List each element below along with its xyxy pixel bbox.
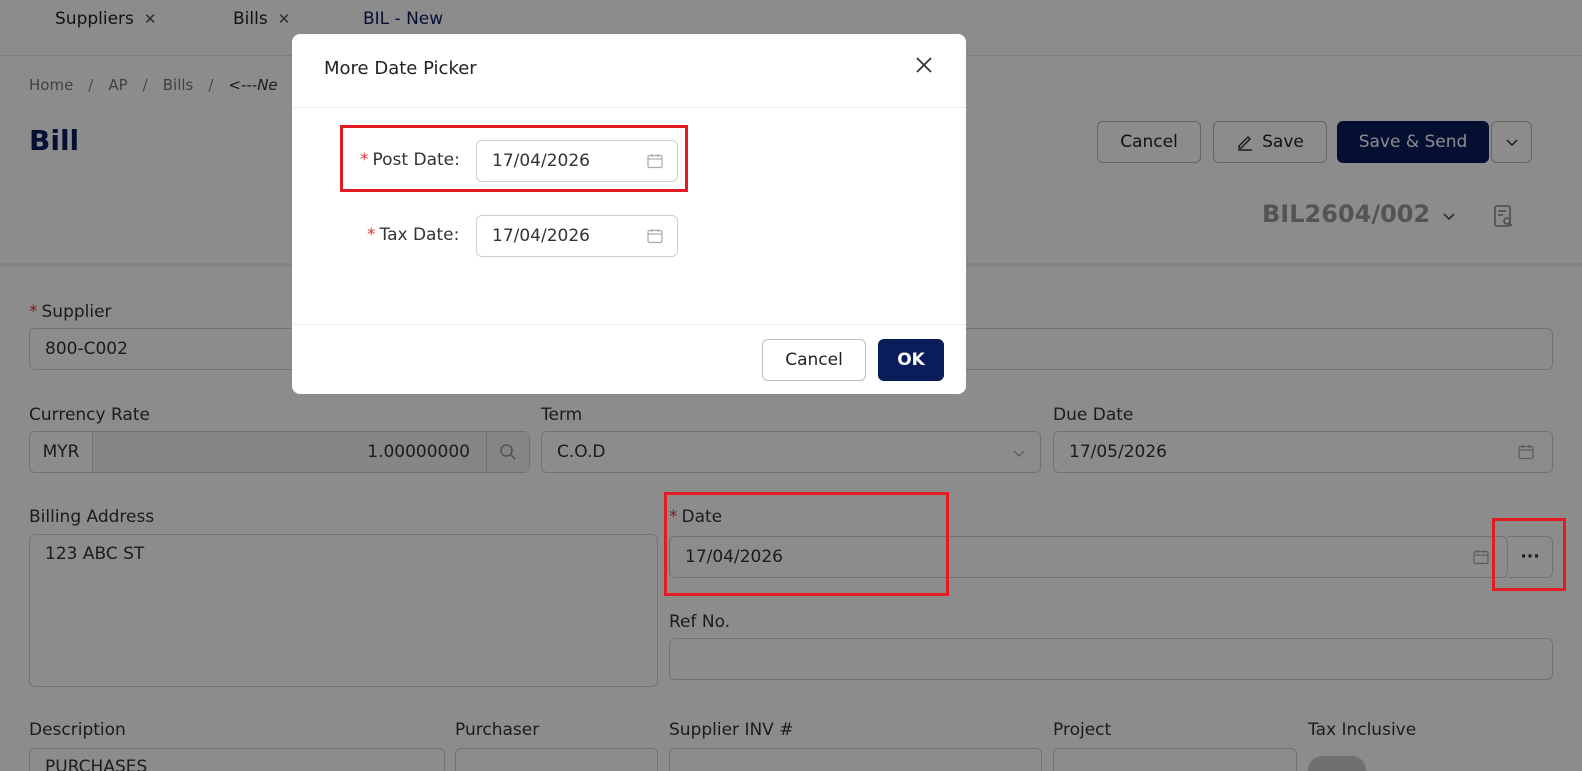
tax-date-label: * Tax Date: xyxy=(367,225,460,245)
close-icon[interactable] xyxy=(912,56,936,80)
modal-header-divider xyxy=(292,107,966,108)
modal-title: More Date Picker xyxy=(324,58,477,79)
highlight-more-date-button xyxy=(1492,518,1566,591)
modal-cancel-button[interactable]: Cancel xyxy=(762,339,866,381)
more-date-picker-dialog: More Date Picker * Post Date: 17/04/2026 … xyxy=(292,34,966,394)
modal-ok-button[interactable]: OK xyxy=(878,339,944,381)
tax-date-input[interactable]: 17/04/2026 xyxy=(476,215,678,257)
highlight-date-field xyxy=(664,492,949,596)
modal-footer-divider xyxy=(292,324,966,325)
highlight-post-date xyxy=(340,125,688,192)
calendar-icon xyxy=(647,229,663,244)
